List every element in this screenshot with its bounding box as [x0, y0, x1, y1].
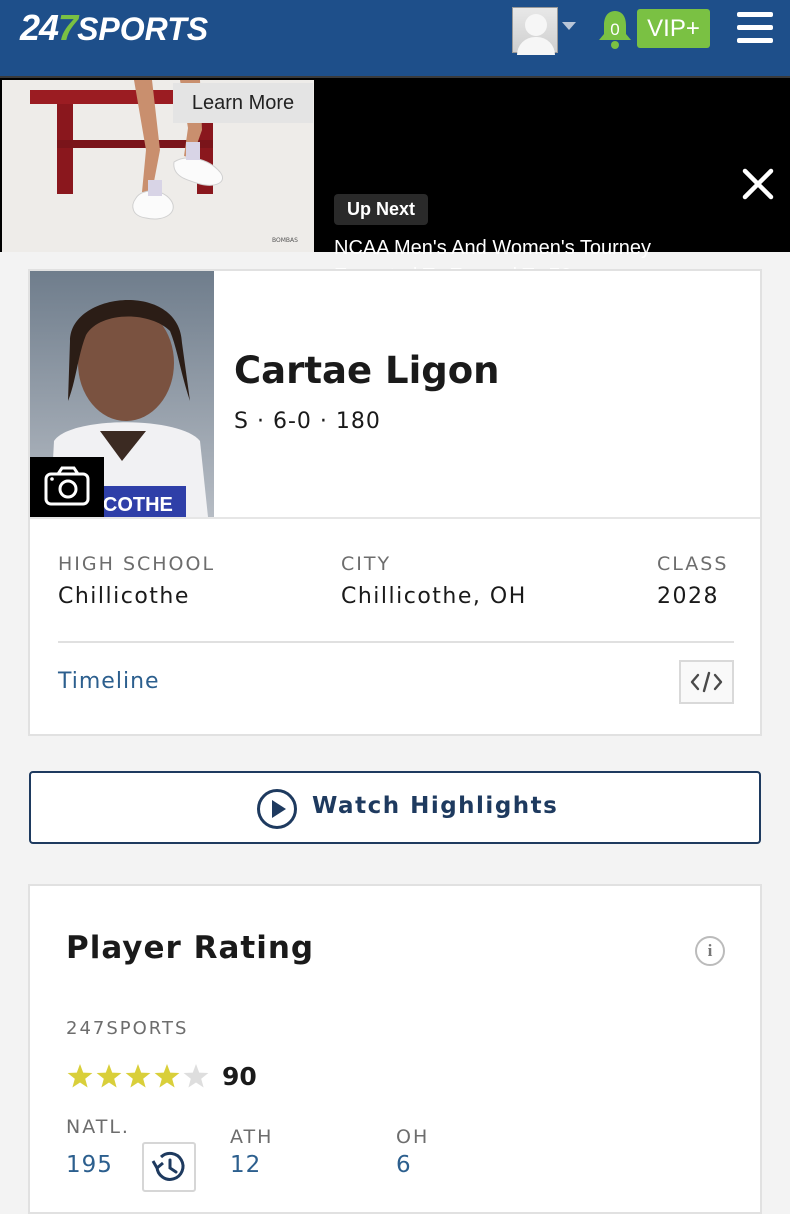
timeline-link[interactable]: Timeline	[58, 669, 160, 694]
player-position-size: S · 6-0 · 180	[234, 409, 381, 434]
notification-count: 0	[610, 20, 619, 39]
national-rank-value[interactable]: 195	[66, 1152, 113, 1178]
user-avatar[interactable]	[512, 7, 558, 55]
star-filled-icon	[96, 1064, 122, 1088]
star-filled-icon	[125, 1064, 151, 1088]
info-icon[interactable]: i	[695, 936, 725, 966]
site-logo[interactable]: 247SPORTS	[20, 8, 208, 49]
high-school-value[interactable]: Chillicothe	[58, 584, 190, 609]
hamburger-menu-icon[interactable]	[737, 12, 773, 44]
high-school-label: HIGH SCHOOL	[58, 553, 216, 575]
section-title: Player Rating	[66, 930, 315, 966]
play-icon	[256, 788, 298, 830]
player-name: Cartae Ligon	[234, 349, 500, 392]
close-icon[interactable]	[740, 166, 776, 202]
up-next-badge: Up Next	[334, 194, 429, 225]
player-rating-card: Player Rating i 247SPORTS 90 NATL. 195 A…	[28, 884, 762, 1214]
class-label: CLASS	[657, 553, 729, 575]
state-rank-value[interactable]: 6	[396, 1152, 412, 1178]
learn-more-button[interactable]: Learn More	[173, 83, 313, 123]
divider	[58, 641, 734, 643]
star-filled-icon	[67, 1064, 93, 1088]
history-icon	[151, 1151, 185, 1181]
logo-seven: 7	[58, 7, 78, 48]
position-rank-value[interactable]: 12	[230, 1152, 261, 1178]
watch-highlights-label: Watch Highlights	[312, 793, 559, 819]
city-label: CITY	[341, 553, 392, 575]
national-rank-label: NATL.	[66, 1116, 130, 1138]
bell-icon[interactable]: 0	[596, 8, 634, 50]
star-empty-icon	[183, 1064, 209, 1088]
position-rank-label: ATH	[230, 1126, 274, 1148]
ad-brand-mark: BOMBAS	[272, 237, 298, 244]
logo-word: SPORTS	[77, 11, 209, 47]
star-rating	[66, 1062, 216, 1092]
watch-highlights-button[interactable]: Watch Highlights	[29, 771, 761, 844]
state-rank-label: OH	[396, 1126, 430, 1148]
ad-banner: BOMBAS Learn More Up Next NCAA Men's And…	[0, 76, 790, 287]
camera-icon[interactable]	[30, 457, 104, 517]
logo-digits: 24	[20, 7, 59, 48]
divider	[30, 517, 760, 519]
rating-score: 90	[222, 1062, 257, 1091]
site-header: 247SPORTS 0 VIP+	[0, 0, 790, 76]
vip-button[interactable]: VIP+	[637, 9, 710, 48]
class-value: 2028	[657, 584, 719, 609]
star-filled-icon	[154, 1064, 180, 1088]
ranking-history-button[interactable]	[142, 1142, 196, 1192]
city-value: Chillicothe, OH	[341, 584, 527, 609]
chevron-down-icon[interactable]	[562, 22, 576, 30]
rating-source: 247SPORTS	[66, 1018, 189, 1039]
player-profile-card: LICOTHE Cartae Ligon S · 6-0 · 180 HIGH …	[28, 269, 762, 736]
embed-code-button[interactable]	[679, 660, 734, 704]
player-photo[interactable]: LICOTHE	[30, 271, 214, 517]
code-icon	[690, 671, 723, 693]
